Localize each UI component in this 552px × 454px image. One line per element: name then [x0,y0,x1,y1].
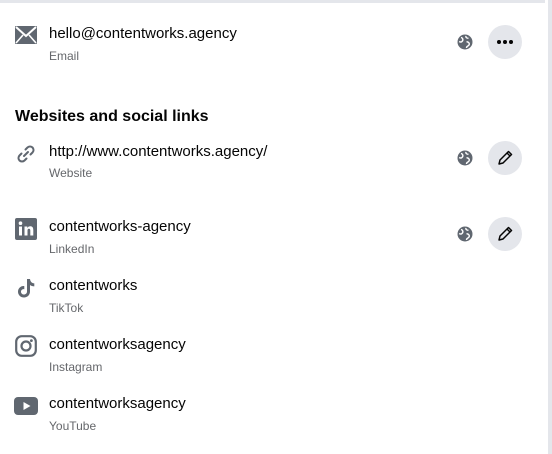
instagram-type-label: Instagram [49,360,103,374]
website-link[interactable]: http://www.contentworks.agency/ [49,143,267,160]
more-options-button[interactable] [488,25,522,59]
edit-linkedin-button[interactable] [488,217,522,251]
linkedin-type-label: LinkedIn [49,242,95,256]
more-icon [497,40,513,44]
pencil-icon [498,150,513,165]
linkedin-icon [14,217,38,241]
tiktok-type-label: TikTok [49,301,84,315]
globe-icon[interactable] [456,149,474,167]
tiktok-icon [14,276,38,300]
linkedin-handle[interactable]: contentworks-agency [49,218,191,235]
tiktok-handle[interactable]: contentworks [49,277,137,294]
instagram-icon [14,334,38,358]
top-divider [0,0,545,3]
link-icon [14,142,38,166]
mail-icon [14,23,38,47]
section-title: Websites and social links [15,108,209,125]
instagram-handle[interactable]: contentworksagency [49,336,186,353]
panel-edge [548,0,552,454]
email-value[interactable]: hello@contentworks.agency [49,25,237,42]
globe-icon[interactable] [456,33,474,51]
youtube-icon [14,394,38,418]
email-type-label: Email [49,49,80,63]
youtube-handle[interactable]: contentworksagency [49,395,186,412]
globe-icon[interactable] [456,225,474,243]
pencil-icon [498,226,513,241]
edit-website-button[interactable] [488,141,522,175]
youtube-type-label: YouTube [49,419,97,433]
website-type-label: Website [49,166,93,180]
